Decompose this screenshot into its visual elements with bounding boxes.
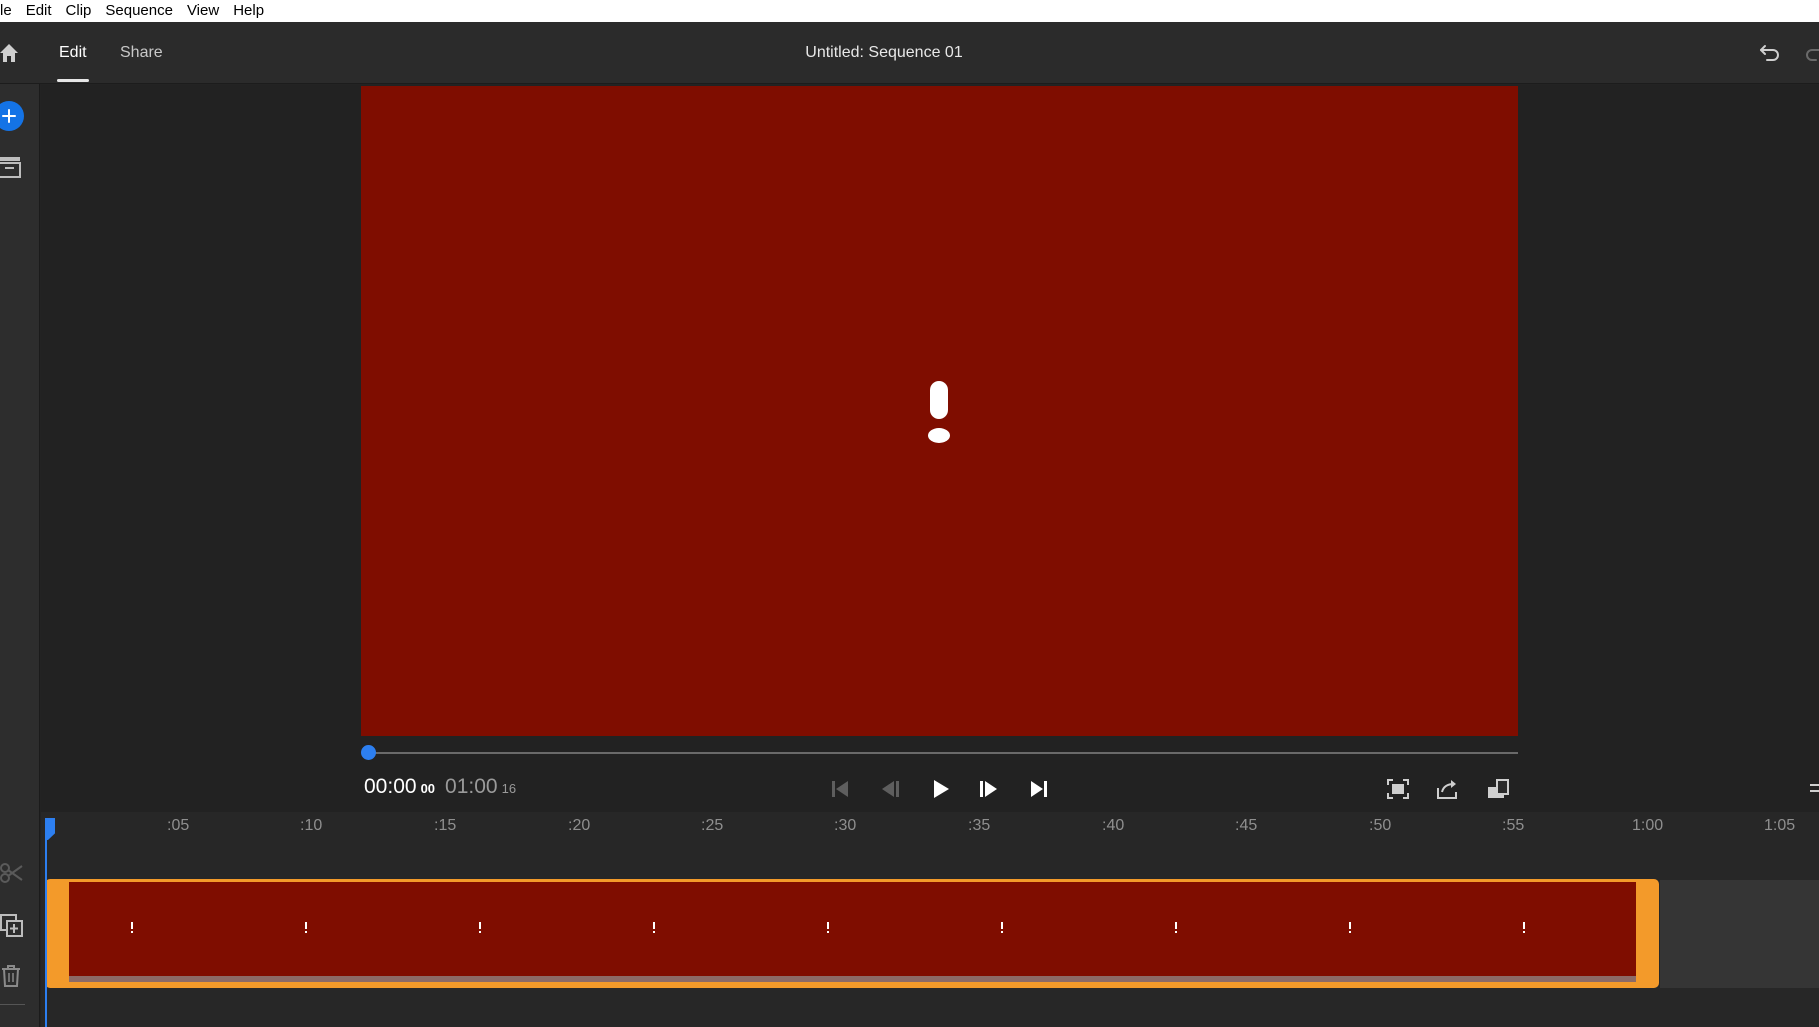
tab-share[interactable]: Share: [120, 22, 163, 84]
scrubber-track[interactable]: [368, 752, 1518, 754]
ruler-tick: 1:05: [1764, 817, 1796, 834]
ruler-tick: :55: [1502, 817, 1525, 834]
undo-icon[interactable]: [1758, 42, 1782, 64]
clip-offline-mark: [652, 922, 656, 934]
fit-to-screen-icon[interactable]: [1386, 778, 1410, 800]
clip-audio-strip: [69, 976, 1636, 982]
go-to-end-icon[interactable]: [1027, 778, 1051, 800]
menu-view[interactable]: View: [180, 0, 226, 22]
sequence-title: Untitled: Sequence 01: [805, 44, 963, 61]
menu-lines-icon[interactable]: [1806, 778, 1819, 800]
left-toolbar: [0, 84, 40, 1027]
add-media-icon[interactable]: [0, 101, 24, 131]
menu-bar: le Edit Clip Sequence View Help: [0, 0, 1819, 22]
menu-file[interactable]: le: [0, 0, 19, 22]
tab-edit[interactable]: Edit: [57, 22, 89, 84]
clip-offline-mark: [130, 922, 134, 934]
ruler-tick: :25: [701, 817, 724, 834]
timecode-display: 00:00 00 01:00 16: [364, 775, 516, 803]
current-timecode-frames: 00: [420, 781, 436, 796]
total-duration-frames: 16: [501, 781, 517, 796]
clip-offline-mark: [1348, 922, 1352, 934]
playhead-line[interactable]: [45, 826, 47, 1027]
step-forward-icon[interactable]: [977, 778, 1001, 800]
ruler-tick: :05: [167, 817, 190, 834]
clip-offline-mark: [1174, 922, 1178, 934]
clip-offline-mark: [304, 922, 308, 934]
toolbar-divider: [0, 1004, 25, 1005]
clip-offline-mark: [826, 922, 830, 934]
go-to-start-icon[interactable]: [828, 778, 852, 800]
home-icon[interactable]: [0, 41, 22, 65]
ruler-tick: :15: [434, 817, 457, 834]
ruler-tick: 1:00: [1632, 817, 1664, 834]
play-icon[interactable]: [929, 778, 953, 800]
clip-offline-mark: [1000, 922, 1004, 934]
total-duration: 01:00: [445, 775, 498, 798]
ruler-tick: :35: [968, 817, 991, 834]
ruler-tick: :50: [1369, 817, 1392, 834]
video-track: [1660, 880, 1819, 988]
menu-help[interactable]: Help: [226, 0, 271, 22]
ruler-tick: :10: [300, 817, 323, 834]
offline-media-exclamation-icon: [928, 381, 950, 443]
current-timecode: 00:00: [364, 775, 417, 798]
export-frame-icon[interactable]: [1436, 778, 1460, 800]
menu-sequence[interactable]: Sequence: [98, 0, 180, 22]
clip-offline-mark: [478, 922, 482, 934]
redo-icon[interactable]: [1806, 42, 1819, 64]
project-media-icon[interactable]: [0, 156, 22, 178]
duplicate-icon[interactable]: [0, 914, 24, 938]
step-back-icon[interactable]: [878, 778, 902, 800]
menu-edit[interactable]: Edit: [19, 0, 59, 22]
split-scissors-icon[interactable]: [0, 862, 24, 884]
clip-offline-mark: [1522, 922, 1526, 934]
ruler-tick: :40: [1102, 817, 1125, 834]
ruler-tick: :45: [1235, 817, 1258, 834]
trash-icon[interactable]: [0, 964, 22, 988]
ruler-tick: :30: [834, 817, 857, 834]
ruler-tick: :20: [568, 817, 591, 834]
top-header: Edit Share Untitled: Sequence 01: [0, 22, 1819, 84]
menu-clip[interactable]: Clip: [59, 0, 99, 22]
aspect-ratio-icon[interactable]: [1486, 778, 1510, 800]
scrubber-handle[interactable]: [361, 745, 376, 760]
